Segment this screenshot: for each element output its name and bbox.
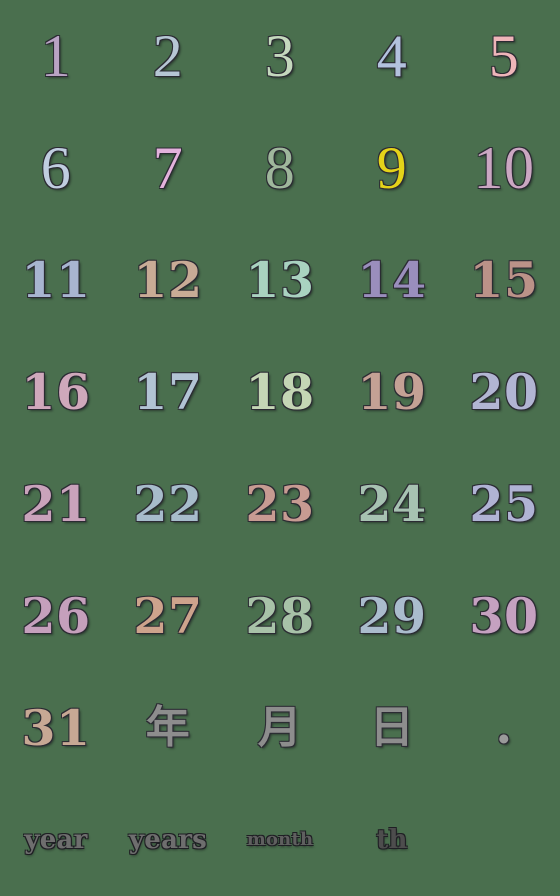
emoji-glyph-c36: year <box>24 825 88 855</box>
emoji-cell-c17[interactable]: 17 <box>112 336 224 448</box>
emoji-glyph-c16: 16 <box>21 362 91 421</box>
emoji-glyph-c18: 18 <box>245 362 315 421</box>
emoji-glyph-c32: 年 <box>145 702 191 753</box>
emoji-glyph-c10: 10 <box>473 135 535 201</box>
emoji-cell-c3[interactable]: 3 <box>224 0 336 112</box>
emoji-glyph-c34: 日 <box>369 702 415 753</box>
emoji-glyph-c4: 4 <box>376 23 408 89</box>
emoji-glyph-c37: years <box>128 825 208 855</box>
emoji-glyph-c19: 19 <box>357 362 427 421</box>
emoji-cell-c19[interactable]: 19 <box>336 336 448 448</box>
emoji-cell-c13[interactable]: 13 <box>224 224 336 336</box>
emoji-cell-c16[interactable]: 16 <box>0 336 112 448</box>
emoji-cell-c24[interactable]: 24 <box>336 448 448 560</box>
emoji-glyph-c6: 6 <box>40 135 72 201</box>
emoji-cell-c21[interactable]: 21 <box>0 448 112 560</box>
emoji-cell-c26[interactable]: 26 <box>0 560 112 672</box>
emoji-glyph-c20: 20 <box>469 362 539 421</box>
emoji-glyph-c3: 3 <box>264 23 296 89</box>
emoji-glyph-c29: 29 <box>357 586 427 645</box>
emoji-glyph-c30: 30 <box>469 586 539 645</box>
emoji-cell-c8[interactable]: 8 <box>224 112 336 224</box>
emoji-cell-c37[interactable]: years <box>112 784 224 896</box>
emoji-glyph-c31: 31 <box>21 698 91 757</box>
emoji-sticker-sheet: 1 2 3 4 5 6 7 8 9 10 11 12 13 14 15 16 17 18 19 20 21 22 23 24 2… <box>0 0 560 896</box>
emoji-glyph-c15: 15 <box>469 250 539 309</box>
emoji-glyph-c17: 17 <box>133 362 203 421</box>
emoji-glyph-c2: 2 <box>152 23 184 89</box>
emoji-cell-c1[interactable]: 1 <box>0 0 112 112</box>
emoji-cell-c4[interactable]: 4 <box>336 0 448 112</box>
emoji-cell-c22[interactable]: 22 <box>112 448 224 560</box>
emoji-cell-c31[interactable]: 31 <box>0 672 112 784</box>
emoji-cell-c6[interactable]: 6 <box>0 112 112 224</box>
emoji-cell-c32[interactable]: 年 <box>112 672 224 784</box>
emoji-glyph-c35: . <box>495 696 513 755</box>
emoji-cell-c38[interactable]: month <box>224 784 336 896</box>
emoji-glyph-c11: 11 <box>21 250 91 309</box>
emoji-cell-c39[interactable]: th <box>336 784 448 896</box>
emoji-cell-c40 <box>448 784 560 896</box>
emoji-glyph-c39: th <box>376 825 408 855</box>
emoji-cell-c23[interactable]: 23 <box>224 448 336 560</box>
emoji-cell-c20[interactable]: 20 <box>448 336 560 448</box>
emoji-glyph-c28: 28 <box>245 586 315 645</box>
emoji-glyph-c24: 24 <box>357 474 427 533</box>
emoji-glyph-c8: 8 <box>264 135 296 201</box>
emoji-cell-c11[interactable]: 11 <box>0 224 112 336</box>
emoji-glyph-c38: month <box>246 829 314 850</box>
emoji-cell-c25[interactable]: 25 <box>448 448 560 560</box>
emoji-glyph-c14: 14 <box>357 250 427 309</box>
emoji-cell-c7[interactable]: 7 <box>112 112 224 224</box>
emoji-cell-c36[interactable]: year <box>0 784 112 896</box>
emoji-glyph-c13: 13 <box>245 250 315 309</box>
emoji-glyph-c25: 25 <box>469 474 539 533</box>
emoji-cell-c10[interactable]: 10 <box>448 112 560 224</box>
emoji-glyph-c22: 22 <box>133 474 203 533</box>
emoji-cell-c12[interactable]: 12 <box>112 224 224 336</box>
emoji-glyph-c26: 26 <box>21 586 91 645</box>
emoji-glyph-c23: 23 <box>245 474 315 533</box>
emoji-cell-c9[interactable]: 9 <box>336 112 448 224</box>
emoji-glyph-c7: 7 <box>152 135 184 201</box>
emoji-cell-c33[interactable]: 月 <box>224 672 336 784</box>
emoji-glyph-c1: 1 <box>40 23 72 89</box>
emoji-cell-c30[interactable]: 30 <box>448 560 560 672</box>
emoji-cell-c34[interactable]: 日 <box>336 672 448 784</box>
emoji-glyph-c27: 27 <box>133 586 203 645</box>
emoji-glyph-c5: 5 <box>488 23 520 89</box>
emoji-glyph-c9: 9 <box>376 135 408 201</box>
emoji-cell-c29[interactable]: 29 <box>336 560 448 672</box>
emoji-cell-c5[interactable]: 5 <box>448 0 560 112</box>
emoji-glyph-c21: 21 <box>21 474 91 533</box>
emoji-cell-c28[interactable]: 28 <box>224 560 336 672</box>
emoji-glyph-c12: 12 <box>133 250 203 309</box>
emoji-cell-c14[interactable]: 14 <box>336 224 448 336</box>
emoji-glyph-c33: 月 <box>257 702 303 753</box>
emoji-cell-c35[interactable]: . <box>448 672 560 784</box>
emoji-cell-c2[interactable]: 2 <box>112 0 224 112</box>
emoji-cell-c15[interactable]: 15 <box>448 224 560 336</box>
emoji-cell-c18[interactable]: 18 <box>224 336 336 448</box>
emoji-cell-c27[interactable]: 27 <box>112 560 224 672</box>
